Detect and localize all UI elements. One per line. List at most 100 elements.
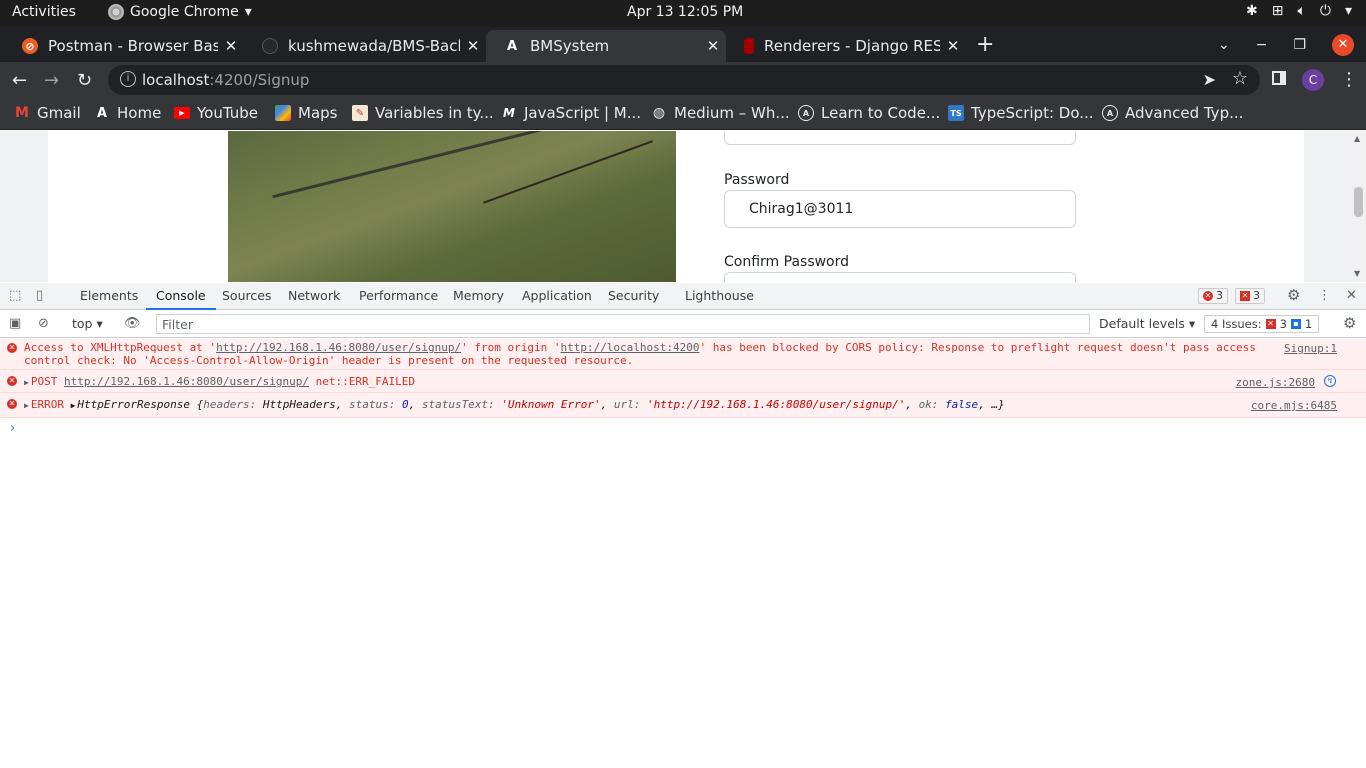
- bookmark-typescript[interactable]: TS TypeScript: Do...: [948, 104, 1094, 122]
- tab-bmsystem[interactable]: A BMSystem ✕: [486, 30, 726, 62]
- device-toolbar-icon[interactable]: ▯: [36, 288, 43, 303]
- live-expression-eye-icon[interactable]: 👁︎: [124, 316, 141, 331]
- console-filter-input[interactable]: Filter: [156, 314, 1090, 334]
- power-icon[interactable]: ⏻: [1320, 3, 1331, 19]
- clear-console-icon[interactable]: ⊘: [38, 316, 49, 331]
- tab-lighthouse[interactable]: Lighthouse: [685, 288, 754, 303]
- prop-key: headers:: [203, 398, 257, 411]
- expand-object-icon[interactable]: ▶: [71, 401, 76, 410]
- close-icon[interactable]: ✕: [940, 37, 966, 55]
- error-icon: ✕: [7, 376, 17, 386]
- tab-console[interactable]: Console: [146, 288, 216, 310]
- bookmark-youtube[interactable]: ▶ YouTube: [174, 104, 258, 122]
- console-prompt[interactable]: ›: [0, 418, 1366, 439]
- bookmark-medium[interactable]: ◍ Medium – Wh...: [651, 104, 790, 122]
- chevron-down-icon[interactable]: ▾: [1345, 3, 1352, 19]
- send-icon[interactable]: ➤: [1203, 70, 1216, 89]
- bookmark-advanced-types[interactable]: A Advanced Typ...: [1102, 104, 1243, 122]
- new-tab-button[interactable]: +: [976, 32, 994, 57]
- source-link[interactable]: Signup:1: [1284, 342, 1337, 355]
- issues-count-badge[interactable]: ✕ 3: [1235, 288, 1265, 304]
- scrollbar-thumb[interactable]: [1354, 187, 1363, 217]
- reload-button[interactable]: ↻: [77, 70, 92, 91]
- source-link[interactable]: zone.js:2680: [1236, 376, 1315, 389]
- slack-icon[interactable]: ✱: [1246, 3, 1258, 19]
- console-settings-icon[interactable]: ⚙: [1343, 314, 1356, 332]
- tab-github[interactable]: kushmewada/BMS-Backe ✕: [244, 30, 486, 62]
- window-close-button[interactable]: ✕: [1332, 33, 1354, 56]
- tab-postman[interactable]: ⊘ Postman - Browser Based ✕: [4, 30, 244, 62]
- console-error-message[interactable]: ✕ Access to XMLHttpRequest at 'http://19…: [0, 339, 1366, 370]
- scroll-up-icon[interactable]: ▲: [1354, 134, 1360, 143]
- bookmark-learn-to-code[interactable]: A Learn to Code...: [798, 104, 940, 122]
- network-icon[interactable]: ⊞: [1272, 3, 1284, 19]
- bookmark-variables[interactable]: ✎ Variables in ty...: [352, 104, 494, 122]
- devtools-menu-icon[interactable]: ⋮: [1318, 288, 1331, 303]
- chrome-menu-icon[interactable]: ⋮: [1340, 69, 1358, 90]
- issues-button[interactable]: 4 Issues: ✕ 3 ▪ 1: [1204, 315, 1320, 333]
- side-panel-icon[interactable]: [1272, 71, 1286, 85]
- tab-strip: ⊘ Postman - Browser Based ✕ kushmewada/B…: [0, 27, 1366, 62]
- tab-security[interactable]: Security: [608, 288, 659, 303]
- issue-info-icon: ▪: [1290, 319, 1301, 329]
- forward-button[interactable]: →: [44, 70, 59, 91]
- close-icon[interactable]: ✕: [700, 37, 726, 55]
- bookmark-star-icon[interactable]: ☆: [1232, 68, 1248, 89]
- page-scrollbar[interactable]: ▲ ▼: [1351, 131, 1366, 282]
- tab-elements[interactable]: Elements: [80, 288, 138, 303]
- sidebar-toggle-icon[interactable]: ▣: [9, 316, 21, 331]
- maximize-button[interactable]: ❐: [1293, 37, 1306, 53]
- bookmark-label: TypeScript: Do...: [971, 104, 1094, 122]
- confirm-password-field[interactable]: [724, 272, 1076, 282]
- prompt-chevron-icon: ›: [10, 421, 16, 436]
- bookmark-gmail[interactable]: M Gmail: [14, 104, 81, 122]
- tab-performance[interactable]: Performance: [359, 288, 438, 303]
- app-menu[interactable]: Google Chrome ▾: [108, 4, 252, 20]
- url-text[interactable]: localhost:4200/Signup: [142, 71, 309, 89]
- system-tray[interactable]: ✱ ⊞ 🔈︎ ⏻ ▾: [1246, 3, 1352, 19]
- request-url-link[interactable]: http://192.168.1.46:8080/user/signup/: [216, 341, 461, 354]
- settings-gear-icon[interactable]: ⚙: [1287, 286, 1300, 304]
- source-link[interactable]: core.mjs:6485: [1251, 399, 1337, 412]
- close-icon[interactable]: ✕: [218, 37, 244, 55]
- devtools-panel: ⬚ ▯ Elements Console Sources Network Per…: [0, 283, 1366, 768]
- bookmark-maps[interactable]: Maps: [275, 104, 337, 122]
- context-selector[interactable]: top ▾: [72, 316, 103, 331]
- origin-link[interactable]: http://localhost:4200: [560, 341, 699, 354]
- console-error-message[interactable]: ✕ ▶ ERROR ▶ HttpErrorResponse {headers: Ht…: [0, 393, 1366, 418]
- address-bar[interactable]: i localhost:4200/Signup ➤ ☆: [108, 65, 1260, 95]
- scroll-down-icon[interactable]: ▼: [1354, 269, 1360, 278]
- console-error-message[interactable]: ✕ ▶ POST http://192.168.1.46:8080/user/si…: [0, 370, 1366, 393]
- tab-application[interactable]: Application: [522, 288, 592, 303]
- site-info-icon[interactable]: i: [120, 71, 136, 87]
- network-request-icon[interactable]: ↯: [1324, 375, 1336, 387]
- close-icon[interactable]: ✕: [460, 37, 486, 55]
- tab-django-rest[interactable]: Renderers - Django REST ✕: [726, 30, 966, 62]
- password-field[interactable]: Chirag1@3011: [724, 190, 1076, 228]
- clock[interactable]: Apr 13 12:05 PM: [627, 4, 743, 20]
- inspect-element-icon[interactable]: ⬚: [9, 288, 21, 303]
- django-rest-icon: [744, 38, 754, 54]
- back-button[interactable]: ←: [12, 70, 27, 91]
- bookmark-label: Learn to Code...: [821, 104, 941, 122]
- bookmark-home[interactable]: A Home: [94, 104, 161, 122]
- email-field[interactable]: [724, 131, 1076, 145]
- log-levels-dropdown[interactable]: Default levels ▾: [1099, 316, 1195, 331]
- profile-avatar[interactable]: C: [1302, 69, 1324, 91]
- activities-button[interactable]: Activities: [12, 4, 76, 20]
- object-name[interactable]: HttpErrorResponse: [77, 398, 190, 411]
- tab-search-icon[interactable]: ⌄: [1218, 37, 1230, 53]
- expand-triangle-icon[interactable]: ▶: [24, 401, 29, 410]
- url-path: :4200/Signup: [209, 71, 310, 89]
- tab-sources[interactable]: Sources: [222, 288, 271, 303]
- volume-icon[interactable]: 🔈︎: [1297, 3, 1305, 19]
- console-toolbar: ▣ ⊘ top ▾ 👁︎ Filter Default levels ▾ 4 I…: [0, 311, 1366, 338]
- tab-network[interactable]: Network: [288, 288, 340, 303]
- tab-memory[interactable]: Memory: [453, 288, 504, 303]
- expand-triangle-icon[interactable]: ▶: [24, 378, 29, 387]
- close-devtools-icon[interactable]: ✕: [1346, 288, 1357, 303]
- error-count-badge[interactable]: ✕ 3: [1198, 288, 1228, 304]
- minimize-button[interactable]: −: [1256, 37, 1268, 53]
- bookmark-mdn[interactable]: M JavaScript | M...: [501, 104, 641, 122]
- request-url-link[interactable]: http://192.168.1.46:8080/user/signup/: [64, 375, 309, 388]
